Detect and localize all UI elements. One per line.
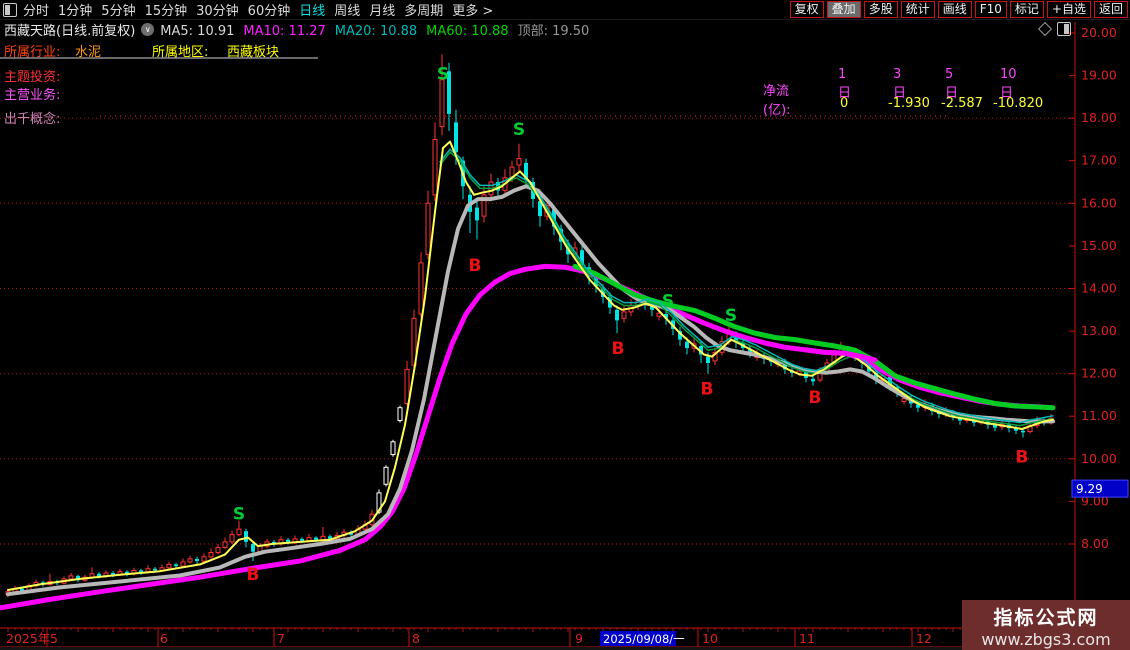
svg-text:17.00: 17.00 [1081, 153, 1117, 168]
ma-value: MA60: 10.88 [426, 24, 508, 39]
buy-signal-marker: B [247, 565, 260, 585]
toolbar-button[interactable]: +自选 [1047, 1, 1091, 18]
period-menu-item[interactable]: 日线 [299, 0, 325, 19]
ma-slow-magenta [0, 266, 1053, 608]
ma-value: MA20: 10.88 [335, 24, 417, 39]
toolbar-button[interactable]: 多股 [864, 1, 898, 18]
watermark-url: www.zbgs3.com [962, 630, 1130, 649]
ma-mid-gray [8, 186, 1053, 594]
toolbar-button[interactable]: 叠加 [827, 1, 861, 18]
svg-text:18.00: 18.00 [1081, 110, 1117, 125]
svg-text:8.00: 8.00 [1081, 536, 1109, 551]
toolbar-button[interactable]: 画线 [938, 1, 972, 18]
month-label: 9 [575, 631, 583, 646]
svg-text:2025/09/08/一: 2025/09/08/一 [603, 632, 685, 646]
watermark: 指标公式网 www.zbgs3.com [962, 600, 1130, 650]
month-label: 10 [702, 631, 718, 646]
period-menu-item[interactable]: 月线 [369, 0, 395, 19]
period-menu-item[interactable]: 周线 [334, 0, 360, 19]
ma-fast-yellow [8, 142, 1053, 590]
netflow-value: -1.930 [888, 96, 930, 111]
svg-text:19.00: 19.00 [1081, 68, 1117, 83]
pane-toggle-icon[interactable] [1057, 22, 1071, 36]
gridlines [0, 118, 1075, 544]
buy-signal-marker: B [612, 339, 625, 359]
month-label: 8 [412, 631, 420, 646]
sell-signal-marker: S [513, 120, 525, 140]
netflow-value: 0 [840, 96, 848, 111]
buy-signal-marker: B [701, 380, 714, 400]
business-label: 主营业务: [4, 84, 60, 103]
concept-label: 出千概念: [4, 108, 60, 127]
svg-text:11.00: 11.00 [1081, 408, 1117, 423]
svg-text:12.00: 12.00 [1081, 366, 1117, 381]
industry-label: 所属行业: [4, 41, 60, 60]
industry-value[interactable]: 水泥 [75, 41, 101, 60]
watermark-title: 指标公式网 [962, 603, 1130, 630]
candlestick-series [6, 54, 1053, 597]
toolbar-buttons: 复权叠加多股统计画线F10标记+自选返回 [790, 1, 1130, 18]
sell-signal-marker: S [662, 291, 674, 311]
indicator-lines [0, 142, 1053, 608]
month-label: 5 [50, 631, 58, 646]
stock-title: 西藏天路(日线.前复权) [4, 20, 135, 39]
month-label: 11 [799, 631, 815, 646]
signal-markers: S B S B S B S B S B B [233, 64, 1029, 584]
sell-signal-marker: S [437, 64, 449, 84]
app-window: 分时 1分钟 5分钟 15分钟 30分钟 60分钟日线周线月线多周期更多 > 复权叠加多股… [0, 0, 1130, 650]
region-value[interactable]: 西藏板块 [227, 41, 279, 60]
ma-values: MA5: 10.91 MA10: 11.27 MA20: 10.88 MA60: 10… [160, 20, 598, 39]
svg-text:16.00: 16.00 [1081, 195, 1117, 210]
chart-header: 西藏天路(日线.前复权) ∨ MA5: 10.91 MA10: 11.27 MA20… [0, 21, 598, 38]
svg-text:20.00: 20.00 [1081, 25, 1117, 40]
sell-signal-marker: S [725, 306, 737, 326]
buy-signal-marker: B [469, 256, 482, 276]
month-label: 7 [277, 631, 285, 646]
x-axis: 2025年5 6 7 8 9 10 11 12 2025/09/08/一 [0, 628, 1130, 647]
period-menu-item[interactable]: 60分钟 [248, 0, 291, 19]
svg-text:14.00: 14.00 [1081, 280, 1117, 295]
sell-signal-marker: S [233, 504, 245, 524]
ma-value: 顶部: 19.50 [518, 24, 590, 39]
theme-label: 主题投资: [4, 66, 60, 85]
chevron-down-icon[interactable]: ∨ [141, 23, 154, 36]
period-menu: 分时 1分钟 5分钟 15分钟 30分钟 60分钟日线周线月线多周期更多 > [23, 0, 502, 19]
svg-text:13.00: 13.00 [1081, 323, 1117, 338]
period-menu-item[interactable]: 分时 [23, 0, 49, 19]
period-menu-item[interactable]: 1分钟 [58, 0, 92, 19]
ma-value: MA10: 11.27 [243, 24, 325, 39]
region-label: 所属地区: [152, 41, 208, 60]
year-label: 2025年 [6, 631, 50, 646]
month-label: 6 [160, 631, 168, 646]
buy-signal-marker: B [1016, 448, 1029, 468]
ma-value: MA5: 10.91 [160, 24, 234, 39]
diamond-icon[interactable] [1038, 22, 1052, 36]
toolbar-button[interactable]: 返回 [1094, 1, 1128, 18]
toolbar-button[interactable]: F10 [975, 1, 1007, 18]
period-menu-item[interactable]: 多周期 [404, 0, 443, 19]
toolbar-button[interactable]: 统计 [901, 1, 935, 18]
window-toggle-icon[interactable] [3, 3, 17, 17]
netflow-label: 净流(亿): [763, 80, 791, 118]
period-menu-item[interactable]: 30分钟 [196, 0, 239, 19]
svg-text:15.00: 15.00 [1081, 238, 1117, 253]
netflow-value: -2.587 [941, 96, 983, 111]
period-menu-item[interactable]: 5分钟 [101, 0, 135, 19]
month-label: 12 [916, 631, 932, 646]
buy-signal-marker: B [809, 388, 822, 408]
netflow-value: -10.820 [993, 96, 1043, 111]
y-axis: 20.00 19.00 18.00 17.00 16.00 15.00 14.00 13.00… [1069, 22, 1128, 628]
svg-text:10.00: 10.00 [1081, 451, 1117, 466]
top-toolbar: 分时 1分钟 5分钟 15分钟 30分钟 60分钟日线周线月线多周期更多 > 复权叠加多股… [0, 0, 1130, 20]
svg-text:9.29: 9.29 [1076, 482, 1103, 496]
period-menu-item[interactable]: 15分钟 [145, 0, 188, 19]
ma-trend-green-thick [575, 266, 1053, 407]
toolbar-button[interactable]: 复权 [790, 1, 824, 18]
toolbar-button[interactable]: 标记 [1010, 1, 1044, 18]
period-menu-item[interactable]: 更多 > [452, 0, 493, 19]
header-right-icons [1040, 22, 1071, 36]
